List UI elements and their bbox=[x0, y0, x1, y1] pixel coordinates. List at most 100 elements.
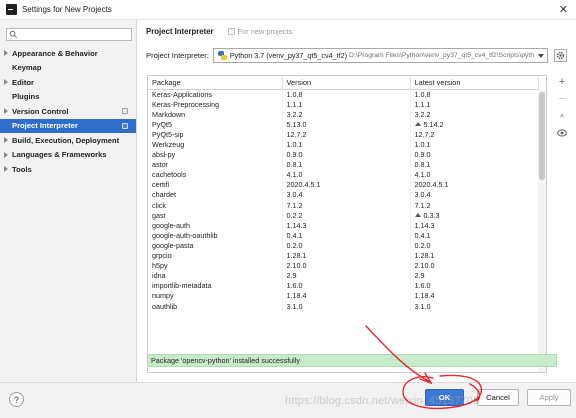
package-latest-version: 5.14.2 bbox=[410, 119, 539, 130]
table-row[interactable]: numpy 1.18.4 1.18.4 bbox=[148, 290, 539, 301]
sidebar-item-editor[interactable]: Editor bbox=[0, 75, 136, 90]
table-row[interactable]: PyQt5-sip 12.7.2 12.7.2 bbox=[148, 129, 539, 140]
package-name: idna bbox=[148, 270, 283, 281]
interpreter-settings-button[interactable] bbox=[553, 49, 567, 62]
package-version: 7.1.2 bbox=[282, 200, 411, 211]
package-version: 3.0.4 bbox=[282, 189, 411, 201]
package-latest-version-text: 0.3.3 bbox=[423, 210, 440, 220]
sidebar-item-build-execution-deployment[interactable]: Build, Execution, Deployment bbox=[0, 133, 136, 148]
package-name-text: importlib-metadata bbox=[152, 281, 212, 291]
package-name: grpcio bbox=[148, 250, 283, 261]
sidebar-item-project-interpreter[interactable]: Project Interpreter bbox=[0, 118, 136, 133]
search-icon bbox=[9, 30, 17, 38]
cancel-button[interactable]: Cancel bbox=[477, 389, 519, 406]
package-name: astor bbox=[148, 159, 283, 170]
apply-button[interactable]: Apply bbox=[527, 389, 571, 406]
sidebar-item-label: Project Interpreter bbox=[12, 121, 78, 131]
table-row[interactable]: PyQt5 5.13.0 5.14.2 bbox=[148, 119, 539, 130]
table-row[interactable]: importlib-metadata 1.6.0 1.6.0 bbox=[148, 280, 539, 291]
chevron-right-icon[interactable] bbox=[4, 79, 8, 85]
help-button[interactable]: ? bbox=[9, 392, 24, 407]
sidebar-item-label: Tools bbox=[12, 164, 32, 174]
table-row[interactable]: oauthlib 3.1.0 3.1.0 bbox=[148, 300, 539, 312]
sidebar-item-label: Languages & Frameworks bbox=[12, 150, 107, 160]
chevron-right-icon[interactable] bbox=[4, 137, 8, 143]
sidebar-item-version-control[interactable]: Version Control bbox=[0, 104, 136, 119]
new-projects-icon bbox=[227, 28, 235, 35]
package-latest-version-text: 1.1.1 bbox=[414, 99, 431, 109]
table-row[interactable]: grpcio 1.28.1 1.28.1 bbox=[148, 250, 539, 261]
table-row[interactable]: Keras-Preprocessing 1.1.1 1.1.1 bbox=[148, 99, 539, 110]
table-row[interactable]: absl-py 0.9.0 0.9.0 bbox=[148, 149, 539, 160]
package-version-text: 0.9.0 bbox=[286, 150, 303, 160]
table-row[interactable]: h5py 2.10.0 2.10.0 bbox=[148, 260, 539, 271]
package-latest-version-text: 2.9 bbox=[414, 271, 425, 281]
close-icon[interactable]: ✕ bbox=[559, 3, 568, 16]
upgrade-package-icon[interactable]: ▲ bbox=[557, 111, 567, 121]
add-package-icon[interactable]: + bbox=[557, 77, 567, 88]
interpreter-select[interactable]: Python 3.7 (venv_py37_qt5_cv4_tf2) D:\Pr… bbox=[212, 48, 548, 63]
sidebar-item-languages-frameworks[interactable]: Languages & Frameworks bbox=[0, 148, 136, 163]
table-row[interactable]: cachetools 4.1.0 4.1.0 bbox=[148, 169, 539, 180]
column-header-version[interactable]: Version bbox=[282, 76, 411, 90]
table-row[interactable]: click 7.1.2 7.1.2 bbox=[148, 200, 539, 211]
package-latest-version: 1.28.1 bbox=[410, 250, 539, 261]
package-version-text: 2.10.0 bbox=[286, 261, 307, 271]
upgrade-available-icon bbox=[414, 121, 421, 126]
sidebar-item-keymap[interactable]: Keymap bbox=[0, 61, 136, 76]
table-row[interactable]: google-auth 1.14.3 1.14.3 bbox=[148, 220, 539, 231]
package-version-text: 1.6.0 bbox=[286, 281, 303, 291]
table-row[interactable]: astor 0.8.1 0.8.1 bbox=[148, 159, 539, 170]
package-version: 0.2.0 bbox=[282, 240, 411, 251]
package-latest-version: 7.1.2 bbox=[410, 200, 539, 211]
table-row[interactable]: Markdown 3.2.2 3.2.2 bbox=[148, 109, 539, 120]
package-version: 1.14.3 bbox=[282, 220, 411, 231]
status-message: Package 'opencv-python' installed succes… bbox=[151, 356, 300, 365]
table-row[interactable]: google-pasta 0.2.0 0.2.0 bbox=[148, 240, 539, 251]
package-name: google-auth-oauthlib bbox=[148, 230, 283, 241]
sidebar-item-plugins[interactable]: Plugins bbox=[0, 90, 136, 105]
sidebar-item-appearance-behavior[interactable]: Appearance & Behavior bbox=[0, 46, 136, 61]
package-latest-version: 2.9 bbox=[410, 270, 539, 281]
package-name-text: gast bbox=[152, 210, 166, 220]
package-latest-version: 3.1.0 bbox=[410, 300, 539, 312]
table-header-row: Package Version Latest version bbox=[148, 76, 539, 90]
package-version-text: 2020.4.5.1 bbox=[286, 180, 321, 190]
show-early-releases-icon[interactable] bbox=[557, 128, 567, 138]
settings-search[interactable] bbox=[6, 28, 132, 41]
chevron-right-icon[interactable] bbox=[4, 151, 8, 158]
column-header-latest[interactable]: Latest version bbox=[410, 76, 539, 90]
table-row[interactable]: idna 2.9 2.9 bbox=[148, 270, 539, 281]
scrollbar-thumb[interactable] bbox=[539, 92, 545, 180]
package-version-text: 1.28.1 bbox=[286, 251, 307, 261]
package-latest-version-text: 12.7.2 bbox=[414, 129, 435, 139]
table-row[interactable]: gast 0.2.2 0.3.3 bbox=[148, 210, 539, 221]
column-header-package[interactable]: Package bbox=[148, 76, 283, 90]
package-version-text: 1.18.4 bbox=[286, 291, 307, 301]
package-version-text: 3.2.2 bbox=[286, 109, 303, 119]
remove-package-icon[interactable]: − bbox=[557, 94, 567, 105]
table-row[interactable]: chardet 3.0.4 3.0.4 bbox=[148, 189, 539, 201]
interpreter-path: D:\Program Files\Python\venv_py37_qt5_cv… bbox=[348, 52, 535, 59]
sidebar-item-tools[interactable]: Tools bbox=[0, 162, 136, 177]
search-input[interactable] bbox=[18, 31, 118, 38]
package-name: gast bbox=[148, 210, 283, 221]
table-row[interactable]: Keras-Applications 1.0.8 1.0.8 bbox=[148, 89, 539, 100]
table-row[interactable]: Werkzeug 1.0.1 1.0.1 bbox=[148, 139, 539, 150]
package-latest-version: 4.1.0 bbox=[410, 169, 539, 180]
chevron-right-icon[interactable] bbox=[4, 108, 8, 114]
package-name-text: cachetools bbox=[152, 170, 187, 180]
package-latest-version-text: 4.1.0 bbox=[414, 170, 431, 180]
table-scrollbar[interactable] bbox=[538, 90, 546, 372]
watermark: https://blog.csdn.net/weixin_45137708 bbox=[285, 395, 480, 407]
sidebar-item-label: Build, Execution, Deployment bbox=[12, 135, 120, 145]
package-latest-version-text: 3.2.2 bbox=[414, 109, 431, 119]
chevron-right-icon[interactable] bbox=[4, 50, 8, 56]
package-latest-version: 1.0.8 bbox=[410, 89, 539, 100]
package-latest-version: 0.9.0 bbox=[410, 149, 539, 160]
chevron-right-icon[interactable] bbox=[4, 166, 8, 172]
sidebar-item-label: Version Control bbox=[12, 106, 69, 116]
table-row[interactable]: certifi 2020.4.5.1 2020.4.5.1 bbox=[148, 179, 539, 190]
package-version: 5.13.0 bbox=[282, 119, 411, 130]
table-row[interactable]: google-auth-oauthlib 0.4.1 0.4.1 bbox=[148, 230, 539, 241]
